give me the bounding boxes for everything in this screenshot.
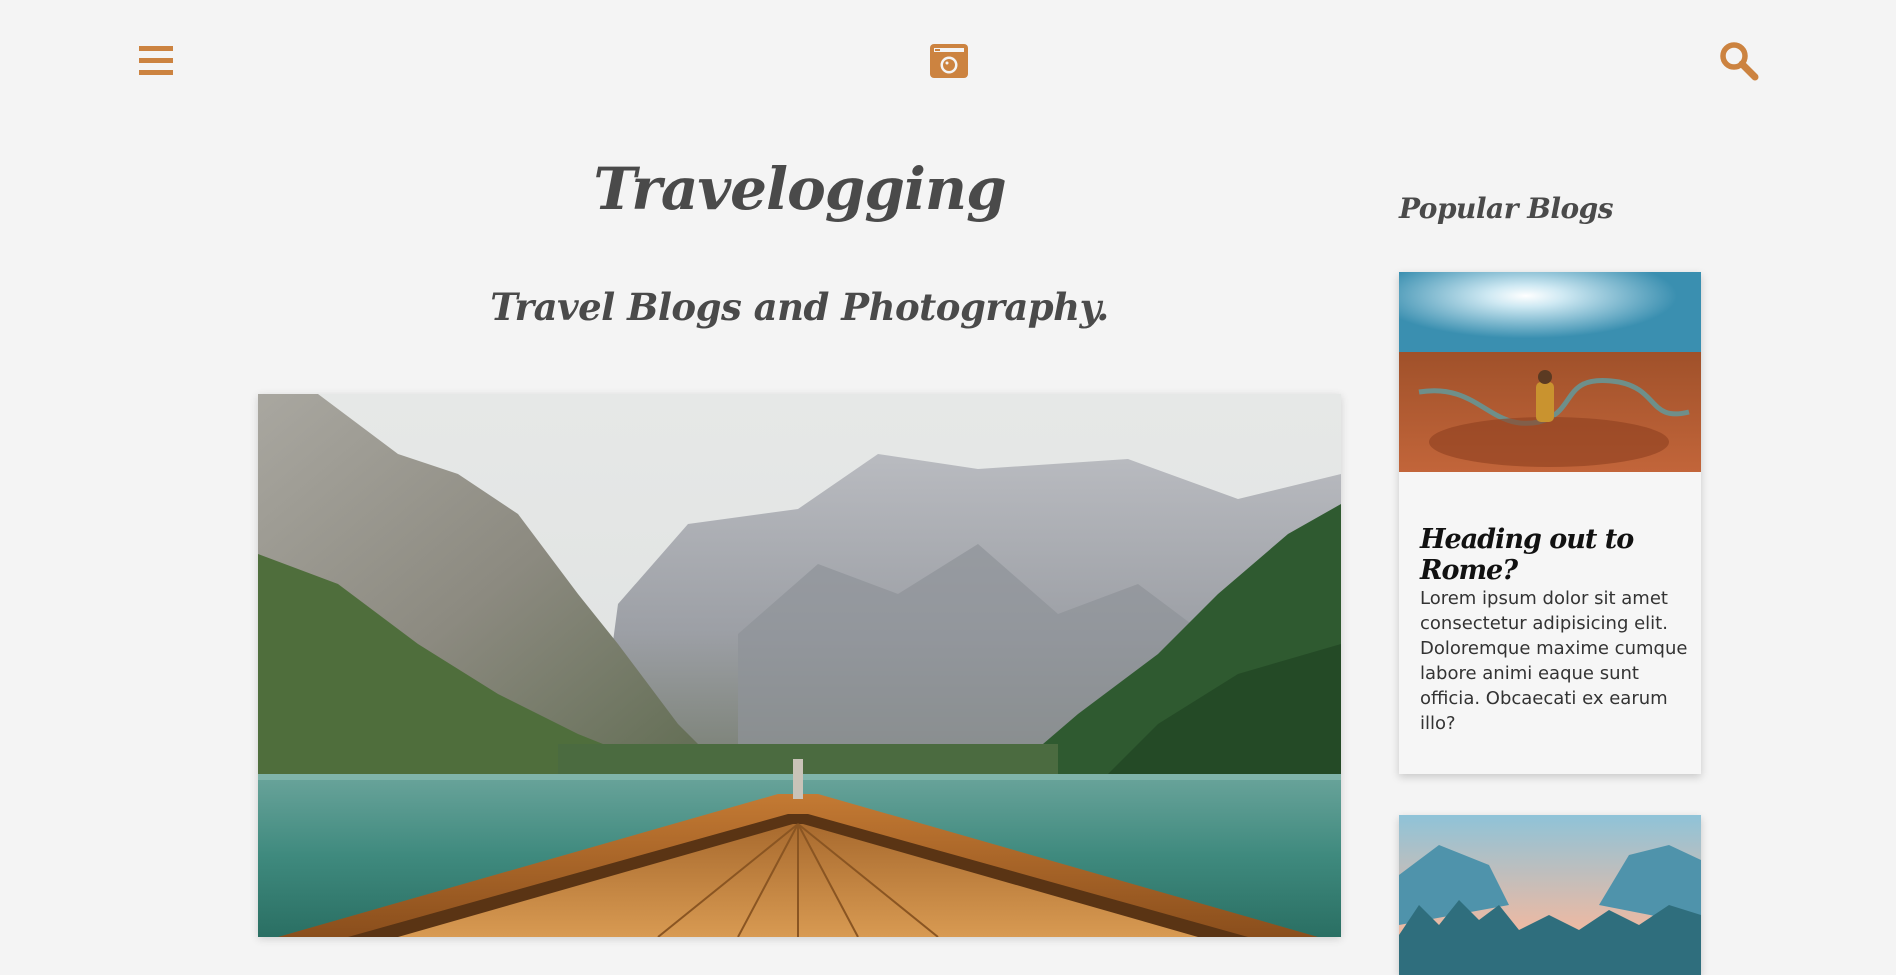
site-title: Travelogging [593, 155, 1006, 223]
blog-card-excerpt: Lorem ipsum dolor sit amet consectetur a… [1420, 588, 1688, 734]
top-navigation-bar [0, 0, 1896, 120]
blog-card[interactable] [1399, 815, 1701, 975]
blog-card[interactable]: Heading out to Rome? Lorem ipsum dolor s… [1399, 272, 1701, 774]
blog-card-image-canyon [1399, 272, 1701, 472]
search-icon[interactable] [1718, 40, 1760, 82]
popular-blogs-heading: Popular Blogs [1399, 192, 1614, 225]
blog-card-heading[interactable]: Heading out to Rome? [1420, 524, 1701, 586]
camera-icon[interactable] [929, 42, 971, 80]
site-subtitle: Travel Blogs and Photography. [490, 285, 1109, 329]
hero-image-lake-boat [258, 394, 1341, 937]
hamburger-menu-icon[interactable] [139, 44, 177, 78]
blog-card-image-valley [1399, 815, 1701, 975]
